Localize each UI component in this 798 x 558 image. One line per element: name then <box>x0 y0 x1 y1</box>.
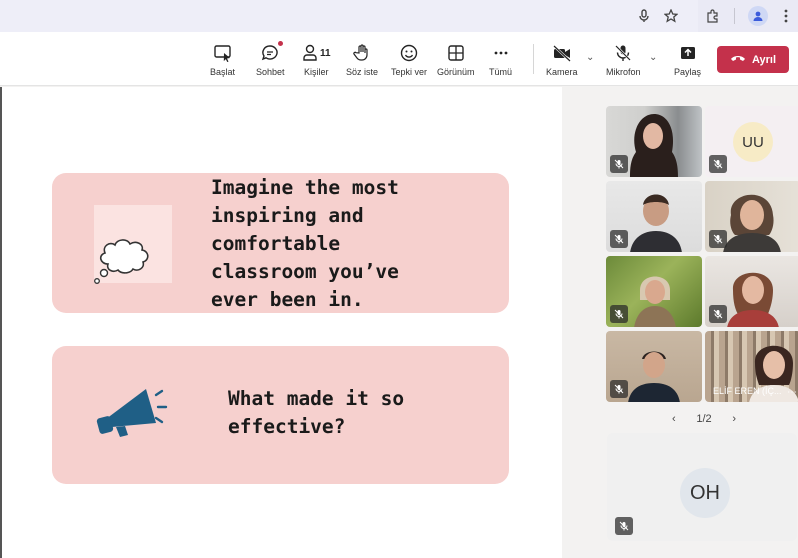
mic-options-chevron-down-icon[interactable]: ⌄ <box>649 52 657 63</box>
avatar: UU <box>733 122 773 162</box>
browser-bar <box>0 0 798 32</box>
react-label: Tepki ver <box>391 67 428 77</box>
thought-bubble-icon <box>94 239 149 284</box>
participant-silhouette <box>630 114 678 177</box>
more-vertical-icon[interactable] <box>776 6 796 26</box>
participant-tile[interactable] <box>606 256 702 327</box>
layout-label: Görünüm <box>437 67 475 77</box>
present-label: Başlat <box>210 67 236 77</box>
toolbar-divider <box>533 44 534 74</box>
chevron-left-icon[interactable]: ‹ <box>672 413 676 425</box>
react-button[interactable]: Tepki ver <box>391 42 427 82</box>
divider <box>734 8 735 24</box>
camera-off-icon <box>552 42 572 64</box>
participant-silhouette <box>727 272 779 327</box>
notification-dot <box>278 41 284 46</box>
raise-hand-icon <box>353 42 371 64</box>
shared-slide-stage <box>0 87 562 558</box>
card-question-text: What made it so effective? <box>228 387 405 438</box>
chevron-right-icon[interactable]: › <box>732 413 736 425</box>
address-bar[interactable] <box>0 0 698 32</box>
extensions-icon[interactable] <box>702 6 722 26</box>
mic-off-icon <box>610 155 628 173</box>
layout-icon <box>447 42 465 64</box>
layout-button[interactable]: Görünüm <box>437 42 475 82</box>
leave-button[interactable]: Ayrıl <box>717 46 789 73</box>
participant-silhouette <box>630 194 682 252</box>
participant-tile[interactable]: UU <box>705 106 798 177</box>
participant-tile[interactable] <box>705 181 798 252</box>
people-icon: 11 <box>302 42 331 64</box>
participant-silhouette <box>628 351 680 402</box>
present-icon <box>213 42 233 64</box>
star-icon[interactable] <box>661 6 681 26</box>
people-label: Kişiler <box>304 67 329 77</box>
gallery-pager: ‹ 1/2 › <box>672 410 736 428</box>
profile-icon[interactable] <box>748 6 768 26</box>
share-button[interactable]: Paylaş <box>674 42 701 82</box>
mic-off-icon <box>610 305 628 323</box>
participant-count: 11 <box>320 47 331 59</box>
hang-up-icon <box>730 53 746 66</box>
participant-silhouette <box>723 194 781 252</box>
mic-off-icon <box>615 517 633 535</box>
mic-off-icon <box>610 230 628 248</box>
participant-tile[interactable]: ELİF EREN (İÇ... ⋯ <box>705 331 798 402</box>
mic-off-icon <box>709 230 727 248</box>
participant-tile[interactable] <box>606 331 702 402</box>
share-icon <box>679 42 697 64</box>
present-button[interactable]: Başlat <box>210 42 235 82</box>
avatar: OH <box>680 468 730 518</box>
microphone-button[interactable]: Mikrofon <box>606 42 641 82</box>
leave-label: Ayrıl <box>751 53 777 66</box>
camera-options-chevron-down-icon[interactable]: ⌄ <box>586 52 594 63</box>
more-horizontal-icon <box>493 42 509 64</box>
more-button[interactable]: Tümü <box>489 42 512 82</box>
megaphone-icon <box>96 389 168 437</box>
camera-label: Kamera <box>546 67 578 77</box>
self-view-tile[interactable]: OH <box>607 433 797 541</box>
participant-silhouette <box>634 276 676 327</box>
mic-off-icon <box>614 42 632 64</box>
raise-hand-button[interactable]: Söz iste <box>346 42 378 82</box>
people-button[interactable]: 11 Kişiler <box>302 42 331 82</box>
mic-off-icon <box>610 380 628 398</box>
emoji-icon <box>400 42 418 64</box>
camera-button[interactable]: Kamera <box>546 42 578 82</box>
chat-label: Sohbet <box>256 67 285 77</box>
share-label: Paylaş <box>674 67 702 77</box>
participant-tile[interactable] <box>606 181 702 252</box>
more-horizontal-icon[interactable]: ⋯ <box>787 387 797 398</box>
mic-off-icon <box>709 155 727 173</box>
chat-icon <box>260 41 284 64</box>
microphone-label: Mikrofon <box>606 67 641 77</box>
raise-hand-label: Söz iste <box>346 67 379 77</box>
card-prompt-text: Imagine the most inspiring and comfortab… <box>211 176 399 311</box>
participant-name: ELİF EREN (İÇ... <box>713 386 782 396</box>
participant-tile[interactable] <box>705 256 798 327</box>
chat-button[interactable]: Sohbet <box>256 41 285 82</box>
page-indicator: 1/2 <box>696 413 712 425</box>
participant-tile[interactable] <box>606 106 702 177</box>
more-label: Tümü <box>489 67 513 77</box>
mic-off-icon <box>709 305 727 323</box>
microphone-icon[interactable] <box>634 6 654 26</box>
